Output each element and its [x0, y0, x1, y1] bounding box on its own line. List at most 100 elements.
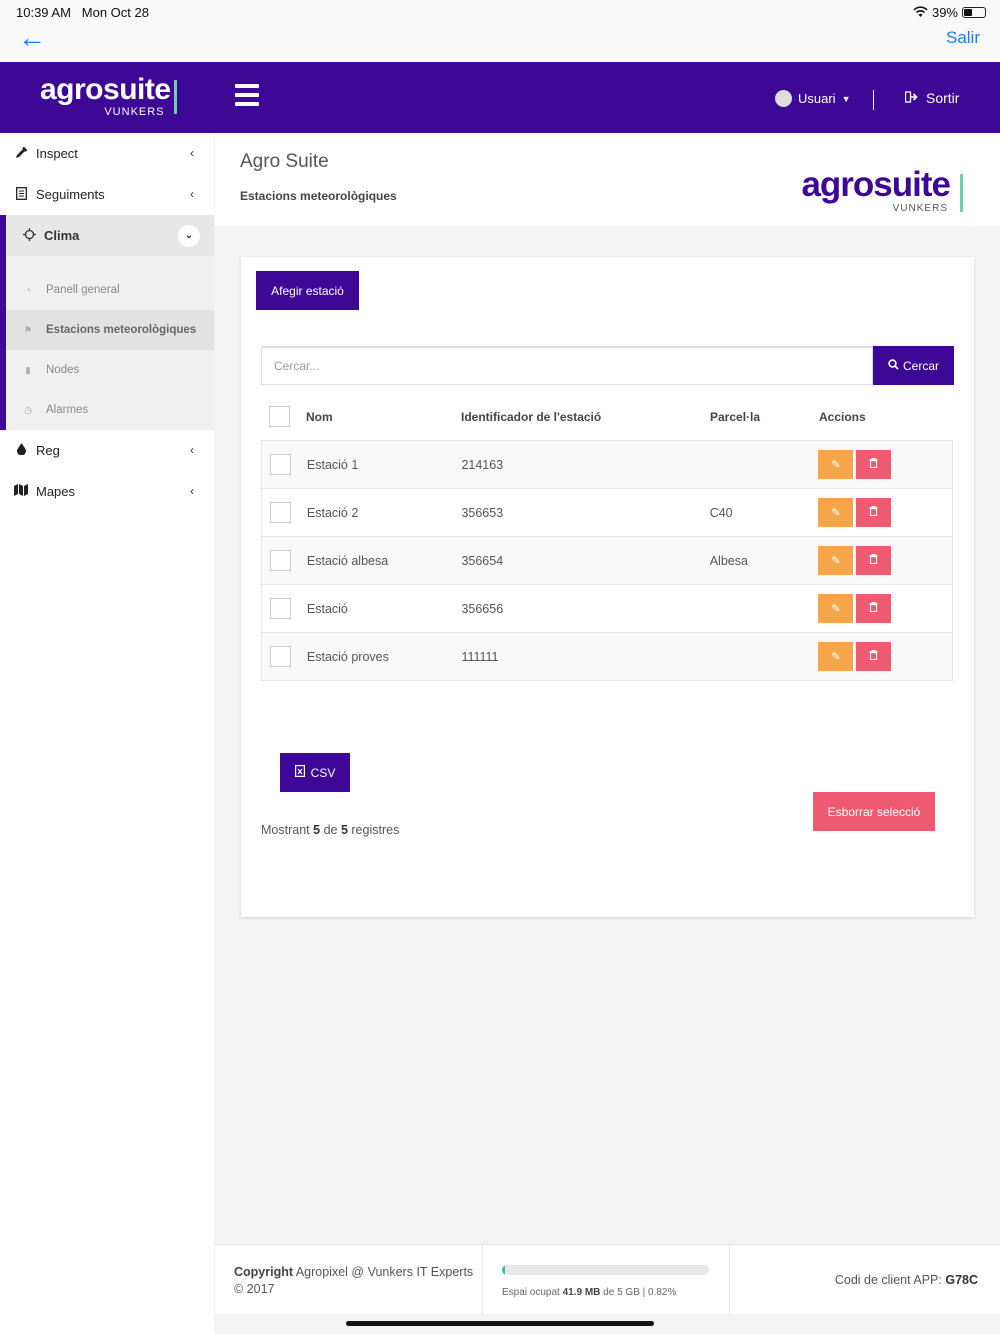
cell-name: Estació 2	[306, 505, 359, 520]
sidebar-subitem-nodes[interactable]: ▮ Nodes	[6, 350, 214, 390]
delete-button[interactable]	[856, 594, 892, 623]
chevron-down-icon: ⌄	[178, 225, 200, 247]
select-all-checkbox[interactable]	[269, 406, 290, 427]
phone-icon: ▮	[25, 364, 31, 375]
page-header: Agro Suite Estacions meteorològiques agr…	[215, 133, 1000, 226]
table-row: Estació proves 111111 ✎	[261, 633, 953, 681]
cell-actions: ✎	[818, 642, 952, 671]
sidebar-subitem-panell-general[interactable]: ◔ Panell general	[6, 270, 214, 310]
map-icon	[14, 484, 28, 499]
sign-out-icon	[904, 90, 918, 106]
sidebar-item-reg[interactable]: Reg ‹	[0, 430, 214, 471]
column-header-id[interactable]: Identificador de l'estació	[461, 410, 710, 424]
status-bar: 10:39 AM Mon Oct 28 39%	[0, 0, 1000, 22]
agrosuite-logo[interactable]: agrosuite VUNKERS	[40, 74, 177, 118]
agrosuite-logo-large: agrosuite VUNKERS	[801, 167, 963, 214]
delete-button[interactable]	[856, 498, 892, 527]
cell-actions: ✎	[818, 546, 952, 575]
row-checkbox[interactable]	[270, 598, 291, 619]
back-arrow-icon[interactable]: ←	[18, 24, 46, 52]
trash-icon	[869, 602, 878, 615]
cell-name: Estació albesa	[306, 553, 389, 568]
column-header-parcel[interactable]: Parcel·la	[710, 410, 819, 424]
header-divider	[873, 90, 874, 110]
battery-icon	[962, 7, 986, 18]
app-header: agrosuite VUNKERS Usuari ▼ Sortir	[0, 62, 1000, 133]
avatar	[775, 90, 792, 107]
user-label: Usuari	[798, 91, 836, 106]
chevron-left-icon: ‹	[190, 484, 194, 498]
trash-icon	[869, 458, 878, 471]
row-checkbox[interactable]	[270, 550, 291, 571]
delete-button[interactable]	[856, 642, 892, 671]
trash-icon	[869, 554, 878, 567]
row-checkbox[interactable]	[270, 502, 291, 523]
copyright: Copyright Agropixel @ Vunkers IT Experts…	[234, 1265, 474, 1296]
add-station-button[interactable]: Afegir estació	[256, 271, 359, 310]
dashboard-icon: ◔	[25, 285, 31, 295]
pencil-icon: ✎	[831, 507, 841, 519]
table-row: Estació albesa 356654 Albesa ✎	[261, 537, 953, 585]
sun-icon	[22, 227, 36, 244]
status-time: 10:39 AM Mon Oct 28	[16, 5, 149, 20]
edit-button[interactable]: ✎	[818, 642, 854, 671]
edit-button[interactable]: ✎	[818, 546, 854, 575]
table-row: Estació 1 214163 ✎	[261, 441, 953, 489]
storage-usage-text: Espai ocupat 41.9 MB de 5 GB | 0.82%	[502, 1287, 677, 1298]
delete-selection-button[interactable]: Esborrar selecció	[813, 792, 935, 831]
flag-icon: ⚑	[23, 324, 33, 335]
logout-button[interactable]: Sortir	[904, 90, 959, 106]
eyedropper-icon	[14, 146, 28, 162]
stations-card: Afegir estació Cercar Nom Identificador …	[241, 257, 974, 917]
sidebar-subitem-estacions[interactable]: ⚑ Estacions meteorològiques	[6, 310, 214, 350]
sidebar-item-inspect[interactable]: Inspect ‹	[0, 133, 214, 174]
pencil-icon: ✎	[831, 459, 841, 471]
table-row: Estació 356656 ✎	[261, 585, 953, 633]
pencil-icon: ✎	[831, 603, 841, 615]
delete-button[interactable]	[856, 546, 892, 575]
row-checkbox[interactable]	[270, 454, 291, 475]
search-input[interactable]	[261, 346, 873, 385]
cell-actions: ✎	[818, 498, 952, 527]
chevron-left-icon: ‹	[190, 146, 194, 160]
cell-name: Estació proves	[306, 649, 389, 664]
edit-button[interactable]: ✎	[818, 594, 854, 623]
cell-station-id: 356654	[461, 553, 504, 568]
page-title: Agro Suite	[240, 151, 329, 172]
edit-button[interactable]: ✎	[818, 498, 854, 527]
csv-export-button[interactable]: CSV	[280, 753, 350, 792]
storage-progress-bar	[502, 1265, 709, 1275]
chevron-left-icon: ‹	[190, 187, 194, 201]
column-header-name[interactable]: Nom	[306, 410, 461, 424]
sidebar-item-seguiments[interactable]: Seguiments ‹	[0, 174, 214, 215]
user-menu[interactable]: Usuari ▼	[775, 90, 851, 107]
pencil-icon: ✎	[831, 651, 841, 663]
hamburger-menu-icon[interactable]	[235, 84, 259, 106]
edit-button[interactable]: ✎	[818, 450, 854, 479]
cell-actions: ✎	[818, 594, 952, 623]
delete-button[interactable]	[856, 450, 892, 479]
page-subtitle: Estacions meteorològiques	[240, 189, 397, 203]
cell-station-id: 356653	[461, 505, 504, 520]
sidebar-subitem-alarmes[interactable]: ◷ Alarmes	[6, 390, 214, 430]
sidebar: Inspect ‹ Seguiments ‹ Clima ⌄ ◔ Panell …	[0, 133, 214, 1334]
search-bar: Cercar	[261, 346, 954, 385]
stations-table: Nom Identificador de l'estació Parcel·la…	[261, 393, 953, 681]
wifi-icon	[913, 5, 928, 20]
trash-icon	[869, 506, 878, 519]
clima-submenu: ◔ Panell general ⚑ Estacions meteorològi…	[0, 256, 214, 430]
row-checkbox[interactable]	[270, 646, 291, 667]
cell-station-id: 214163	[461, 457, 504, 472]
cell-parcel: C40	[709, 505, 733, 520]
document-icon	[14, 186, 28, 203]
drop-icon	[14, 443, 28, 458]
trash-icon	[869, 650, 878, 663]
caret-down-icon: ▼	[841, 93, 851, 104]
sidebar-item-clima[interactable]: Clima ⌄	[0, 215, 214, 256]
search-button[interactable]: Cercar	[873, 346, 954, 385]
ios-nav-bar: ← Salir	[0, 22, 1000, 62]
sidebar-item-mapes[interactable]: Mapes ‹	[0, 471, 214, 512]
status-right: 39%	[913, 5, 986, 20]
table-header: Nom Identificador de l'estació Parcel·la…	[261, 393, 953, 441]
salir-button[interactable]: Salir	[946, 28, 980, 48]
